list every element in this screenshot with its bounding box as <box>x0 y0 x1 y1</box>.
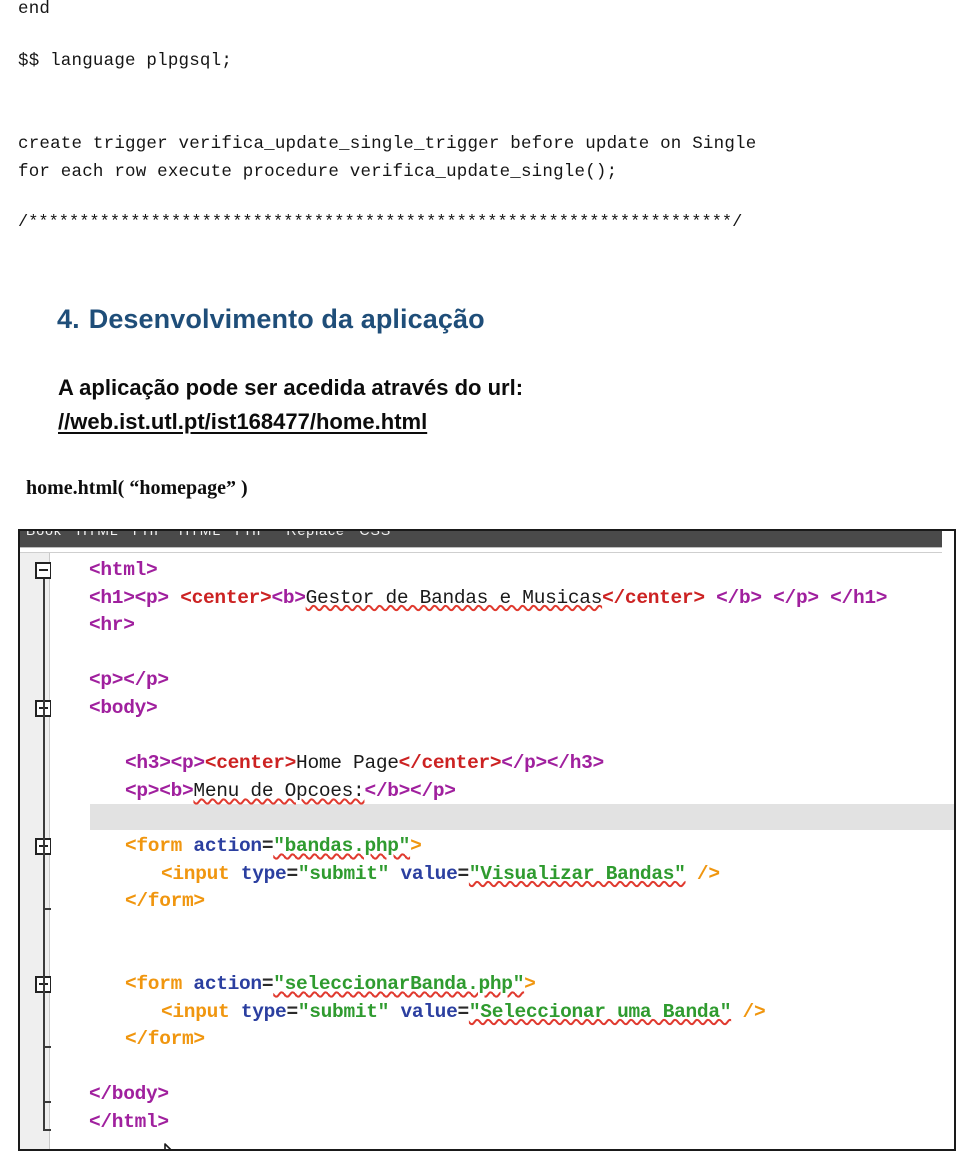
section-title: Desenvolvimento da aplicação <box>88 304 485 334</box>
code-token-tag: </html> <box>89 1111 169 1133</box>
code-token-tag: <h3><p> <box>125 752 205 775</box>
code-token-tag2: </center> <box>398 752 502 775</box>
code-line[interactable]: <p><b>Menu de Opcoes:</b></p> <box>125 780 456 802</box>
code-token-tag: <h1><p> <box>89 586 181 609</box>
code-token-form: > <box>524 973 536 995</box>
code-token-eq <box>389 1001 400 1023</box>
code-token-tag: <html> <box>89 559 158 581</box>
fold-collapse-icon[interactable] <box>35 562 52 579</box>
code-line[interactable]: </form> <box>125 1028 205 1050</box>
code-line[interactable]: </body> <box>89 1083 169 1105</box>
code-editing-surface[interactable]: <html> <h1><p> <center><b>Gestor de Banda… <box>51 553 954 1149</box>
code-token-form: /> <box>731 1000 766 1023</box>
code-line[interactable]: <html> <box>89 559 158 581</box>
page-title: 4. Desenvolvimento da aplicação <box>57 304 485 335</box>
code-token-form: <form <box>125 973 194 995</box>
code-token-attr: value <box>400 862 458 885</box>
code-token-form: /> <box>685 862 720 885</box>
code-token-attr: type <box>240 862 287 885</box>
code-token-tag: </b></p> <box>364 779 456 802</box>
editor-toolbar[interactable]: Book HTML PHP HTML PHP Replace CSS <box>20 531 942 548</box>
code-line[interactable]: <form action="seleccionarBanda.php"> <box>125 973 536 995</box>
editor-screenshot-figure: Book HTML PHP HTML PHP Replace CSS <html… <box>18 529 956 1151</box>
code-line[interactable]: <input type="submit" value="Visualizar B… <box>161 863 720 885</box>
sql-code-block: end $$ language plpgsql; create trigger … <box>18 0 942 232</box>
code-token-tag2: <center> <box>204 752 297 775</box>
code-token-tag: <p></p> <box>89 669 169 692</box>
code-token-tag2: </center> <box>602 586 705 609</box>
code-token-tag: </b> </p> </h1> <box>704 586 888 609</box>
code-token-str: "bandas.php" <box>273 835 411 857</box>
code-token-eq: = <box>286 1000 298 1023</box>
toolbar-labels-cropped: Book HTML PHP HTML PHP Replace CSS <box>26 531 391 538</box>
code-line[interactable]: </html> <box>89 1111 169 1133</box>
sql-language-stmt: $$ language plpgsql; <box>18 51 233 71</box>
url-intro-text: A aplicação pode ser acedida através do … <box>58 375 524 400</box>
code-line[interactable]: <hr> <box>89 614 135 636</box>
mouse-pointer-icon <box>164 1143 172 1149</box>
current-line-highlight <box>90 804 954 831</box>
figure-caption: home.html( “homepage” ) <box>26 477 248 499</box>
code-token-str: "seleccionarBanda.php" <box>273 973 525 995</box>
code-line[interactable]: <h1><p> <center><b>Gestor de Bandas e Mu… <box>89 587 887 609</box>
section-number: 4. <box>57 304 80 334</box>
code-token-form: </form> <box>125 890 205 913</box>
code-token-form: <input <box>161 1000 241 1023</box>
code-line[interactable]: <input type="submit" value="Seleccionar … <box>161 1000 766 1023</box>
sql-separator: /***************************************… <box>18 213 743 232</box>
sql-trigger-line2: for each row execute procedure verifica_… <box>18 162 618 182</box>
sql-end-keyword: end <box>18 0 51 19</box>
code-token-attr: action <box>193 973 262 995</box>
code-token-eq: = <box>457 1000 469 1023</box>
code-token-text: Gestor de Bandas e Musicas <box>305 586 603 609</box>
code-line[interactable]: <body> <box>89 697 158 719</box>
fold-rail <box>43 579 45 1130</box>
code-token-attr: action <box>193 835 262 857</box>
code-token-tag: <b> <box>271 586 306 609</box>
code-token-eq <box>389 863 400 885</box>
code-token-str: "Visualizar Bandas" <box>468 862 686 885</box>
code-token-tag: <p><b> <box>125 779 194 802</box>
code-token-str: "submit" <box>297 1000 390 1023</box>
code-token-eq: = <box>261 973 274 995</box>
sql-trigger-line1: create trigger verifica_update_single_tr… <box>18 134 757 154</box>
code-token-str: "submit" <box>297 862 390 885</box>
code-token-tag2: <center> <box>180 586 272 609</box>
code-token-text: Home Page <box>296 752 399 775</box>
code-token-tag: </body> <box>89 1083 169 1106</box>
code-token-eq: = <box>457 862 469 885</box>
code-token-form: <form <box>125 835 194 857</box>
code-token-attr: value <box>400 1000 458 1023</box>
code-token-form: </form> <box>125 1028 205 1051</box>
code-token-form: > <box>410 835 422 857</box>
code-line[interactable]: <h3><p><center>Home Page</center></p></h… <box>125 752 604 774</box>
code-line[interactable]: </form> <box>125 890 205 912</box>
code-token-eq: = <box>261 835 274 857</box>
code-token-tag: </p></h3> <box>501 752 604 775</box>
code-token-eq: = <box>286 862 298 885</box>
code-token-tag: <body> <box>89 697 158 719</box>
code-token-text: Menu de Opcoes: <box>193 779 365 802</box>
application-url[interactable]: //web.ist.utl.pt/ist168477/home.html <box>58 409 427 435</box>
code-line[interactable]: <form action="bandas.php"> <box>125 835 422 857</box>
code-token-attr: type <box>240 1000 287 1023</box>
code-token-form: <input <box>161 862 241 885</box>
code-token-tag: <hr> <box>89 614 135 637</box>
code-token-str: "Seleccionar uma Banda" <box>468 1000 732 1023</box>
code-line[interactable]: <p></p> <box>89 669 169 691</box>
